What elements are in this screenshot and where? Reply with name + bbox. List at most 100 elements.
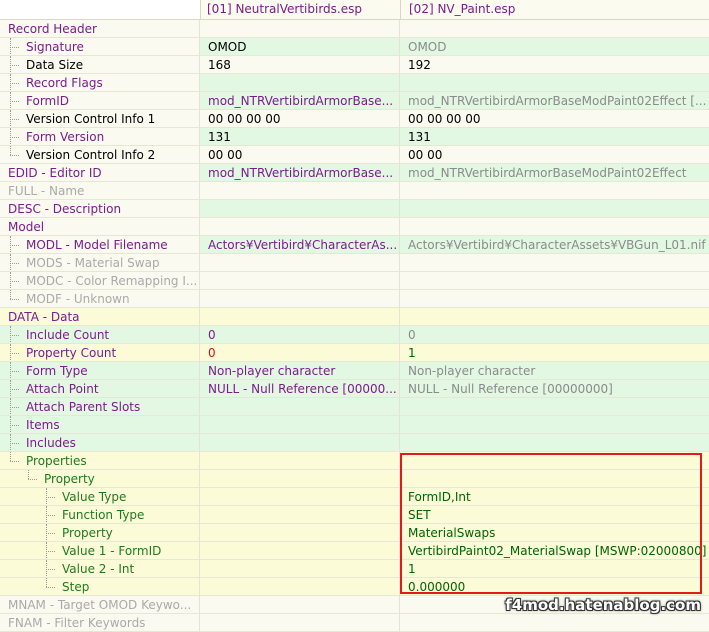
field-name-cell[interactable]: EDID - Editor ID xyxy=(0,164,200,182)
field-name-cell[interactable]: DESC - Description xyxy=(0,200,200,218)
tree-row[interactable]: Attach Parent Slots xyxy=(0,398,709,416)
field-name-cell[interactable]: Step xyxy=(0,578,200,596)
field-name-cell[interactable]: FNAM - Filter Keywords xyxy=(0,614,200,632)
field-name-cell[interactable]: Attach Point xyxy=(0,380,200,398)
plugin-1-value[interactable] xyxy=(200,452,400,470)
tree-row[interactable]: Data Size 168 192 xyxy=(0,56,709,74)
plugin-2-value[interactable] xyxy=(400,200,709,218)
plugin-1-value[interactable] xyxy=(200,542,400,560)
tree-row[interactable]: FNAM - Filter Keywords xyxy=(0,614,709,632)
field-name-cell[interactable]: Value 1 - FormID xyxy=(0,542,200,560)
plugin-1-value[interactable] xyxy=(200,434,400,452)
plugin-2-value[interactable]: VertibirdPaint02_MaterialSwap [MSWP:0200… xyxy=(400,542,709,560)
tree-row[interactable]: Form Type Non-player character Non-player … xyxy=(0,362,709,380)
tree-row[interactable]: DATA - Data xyxy=(0,308,709,326)
field-name-cell[interactable]: FormID xyxy=(0,92,200,110)
field-name-cell[interactable]: Property xyxy=(0,470,200,488)
plugin-2-value[interactable]: OMOD xyxy=(400,38,709,56)
tree-row[interactable]: Version Control Info 1 00 00 00 00 00 00 0… xyxy=(0,110,709,128)
plugin-1-value[interactable] xyxy=(200,308,400,326)
field-name-cell[interactable]: MNAM - Target OMOD Keywo... xyxy=(0,596,200,614)
plugin-1-value[interactable]: OMOD xyxy=(200,38,400,56)
field-name-cell[interactable]: Property Count xyxy=(0,344,200,362)
plugin-1-value[interactable]: 00 00 00 00 xyxy=(200,110,400,128)
tree-row[interactable]: Form Version 131 131 xyxy=(0,128,709,146)
plugin-2-value[interactable] xyxy=(400,290,709,308)
tree-row[interactable]: Signature OMOD OMOD xyxy=(0,38,709,56)
plugin-1-value[interactable] xyxy=(200,524,400,542)
plugin-1-value[interactable]: mod_NTRVertibirdArmorBase... xyxy=(200,92,400,110)
plugin-1-value[interactable]: 0 xyxy=(200,326,400,344)
field-name-cell[interactable]: Properties xyxy=(0,452,200,470)
field-name-cell[interactable]: Version Control Info 2 xyxy=(0,146,200,164)
plugin-2-value[interactable]: Non-player character xyxy=(400,362,709,380)
plugin-2-value[interactable] xyxy=(400,20,709,38)
tree-row[interactable]: Function Type SET xyxy=(0,506,709,524)
plugin-2-value[interactable] xyxy=(400,452,709,470)
plugin-2-value[interactable]: 0.000000 xyxy=(400,578,709,596)
plugin-2-value[interactable] xyxy=(400,182,709,200)
field-name-cell[interactable]: MODS - Material Swap xyxy=(0,254,200,272)
plugin-2-value[interactable] xyxy=(400,416,709,434)
field-name-cell[interactable]: DATA - Data xyxy=(0,308,200,326)
plugin-2-value[interactable]: 00 00 00 00 xyxy=(400,110,709,128)
plugin-2-value[interactable]: mod_NTRVertibirdArmorBaseModPaint02Effec… xyxy=(400,164,709,182)
field-name-cell[interactable]: MODL - Model Filename xyxy=(0,236,200,254)
plugin-2-value[interactable] xyxy=(400,272,709,290)
field-name-cell[interactable]: Items xyxy=(0,416,200,434)
tree-row[interactable]: Property MaterialSwaps xyxy=(0,524,709,542)
field-name-cell[interactable]: Value Type xyxy=(0,488,200,506)
plugin-2-value[interactable]: mod_NTRVertibirdArmorBaseModPaint02Effec… xyxy=(400,92,709,110)
field-name-cell[interactable]: Attach Parent Slots xyxy=(0,398,200,416)
plugin-1-value[interactable]: Actors¥Vertibird¥CharacterAs... xyxy=(200,236,400,254)
tree-row[interactable]: FormID mod_NTRVertibirdArmorBase... mod_NT… xyxy=(0,92,709,110)
tree-row[interactable]: FULL - Name xyxy=(0,182,709,200)
tree-row[interactable]: Include Count 0 0 xyxy=(0,326,709,344)
plugin-2-value[interactable] xyxy=(400,470,709,488)
field-name-cell[interactable]: Record Flags xyxy=(0,74,200,92)
plugin-2-value[interactable] xyxy=(400,434,709,452)
plugin-2-value[interactable] xyxy=(400,254,709,272)
plugin-1-value[interactable] xyxy=(200,200,400,218)
tree-row[interactable]: Property Count 0 1 xyxy=(0,344,709,362)
tree-row[interactable]: Properties xyxy=(0,452,709,470)
plugin-2-value[interactable]: 0 xyxy=(400,326,709,344)
field-name-cell[interactable]: Includes xyxy=(0,434,200,452)
plugin-2-value[interactable]: 00 00 xyxy=(400,146,709,164)
plugin-1-value[interactable]: mod_NTRVertibirdArmorBase... xyxy=(200,164,400,182)
plugin-2-value[interactable]: FormID,Int xyxy=(400,488,709,506)
plugin-2-value[interactable]: 192 xyxy=(400,56,709,74)
tree-row[interactable]: MODL - Model Filename Actors¥Vertibird¥Ch… xyxy=(0,236,709,254)
plugin-1-value[interactable]: 168 xyxy=(200,56,400,74)
plugin-1-value[interactable] xyxy=(200,614,400,632)
tree-row[interactable]: Record Header xyxy=(0,20,709,38)
plugin-1-value[interactable]: 131 xyxy=(200,128,400,146)
plugin-1-value[interactable]: Non-player character xyxy=(200,362,400,380)
plugin-1-value[interactable]: 00 00 xyxy=(200,146,400,164)
field-name-cell[interactable]: Signature xyxy=(0,38,200,56)
plugin-2-value[interactable] xyxy=(400,218,709,236)
plugin-2-value[interactable]: MaterialSwaps xyxy=(400,524,709,542)
plugin-2-value[interactable]: 1 xyxy=(400,560,709,578)
plugin-2-value[interactable] xyxy=(400,308,709,326)
tree-row[interactable]: Step 0.000000 xyxy=(0,578,709,596)
plugin-1-value[interactable] xyxy=(200,74,400,92)
field-name-cell[interactable]: Function Type xyxy=(0,506,200,524)
tree-row[interactable]: Value Type FormID,Int xyxy=(0,488,709,506)
field-name-cell[interactable]: Property xyxy=(0,524,200,542)
column-header-plugin-1[interactable]: [01] NeutralVertibirds.esp xyxy=(200,0,400,19)
plugin-2-value[interactable]: Actors¥Vertibird¥CharacterAssets¥VBGun_L… xyxy=(400,236,709,254)
plugin-1-value[interactable] xyxy=(200,20,400,38)
plugin-2-value[interactable]: SET xyxy=(400,506,709,524)
plugin-2-value[interactable]: 1 xyxy=(400,344,709,362)
tree-row[interactable]: MODS - Material Swap xyxy=(0,254,709,272)
tree-row[interactable]: Record Flags xyxy=(0,74,709,92)
tree-row[interactable]: EDID - Editor ID mod_NTRVertibirdArmorBas… xyxy=(0,164,709,182)
tree-row[interactable]: Includes xyxy=(0,434,709,452)
plugin-2-value[interactable]: 131 xyxy=(400,128,709,146)
tree-row[interactable]: Model xyxy=(0,218,709,236)
tree-row[interactable]: Property xyxy=(0,470,709,488)
plugin-1-value[interactable] xyxy=(200,470,400,488)
plugin-1-value[interactable] xyxy=(200,218,400,236)
tree-row[interactable]: Version Control Info 2 00 00 00 00 xyxy=(0,146,709,164)
